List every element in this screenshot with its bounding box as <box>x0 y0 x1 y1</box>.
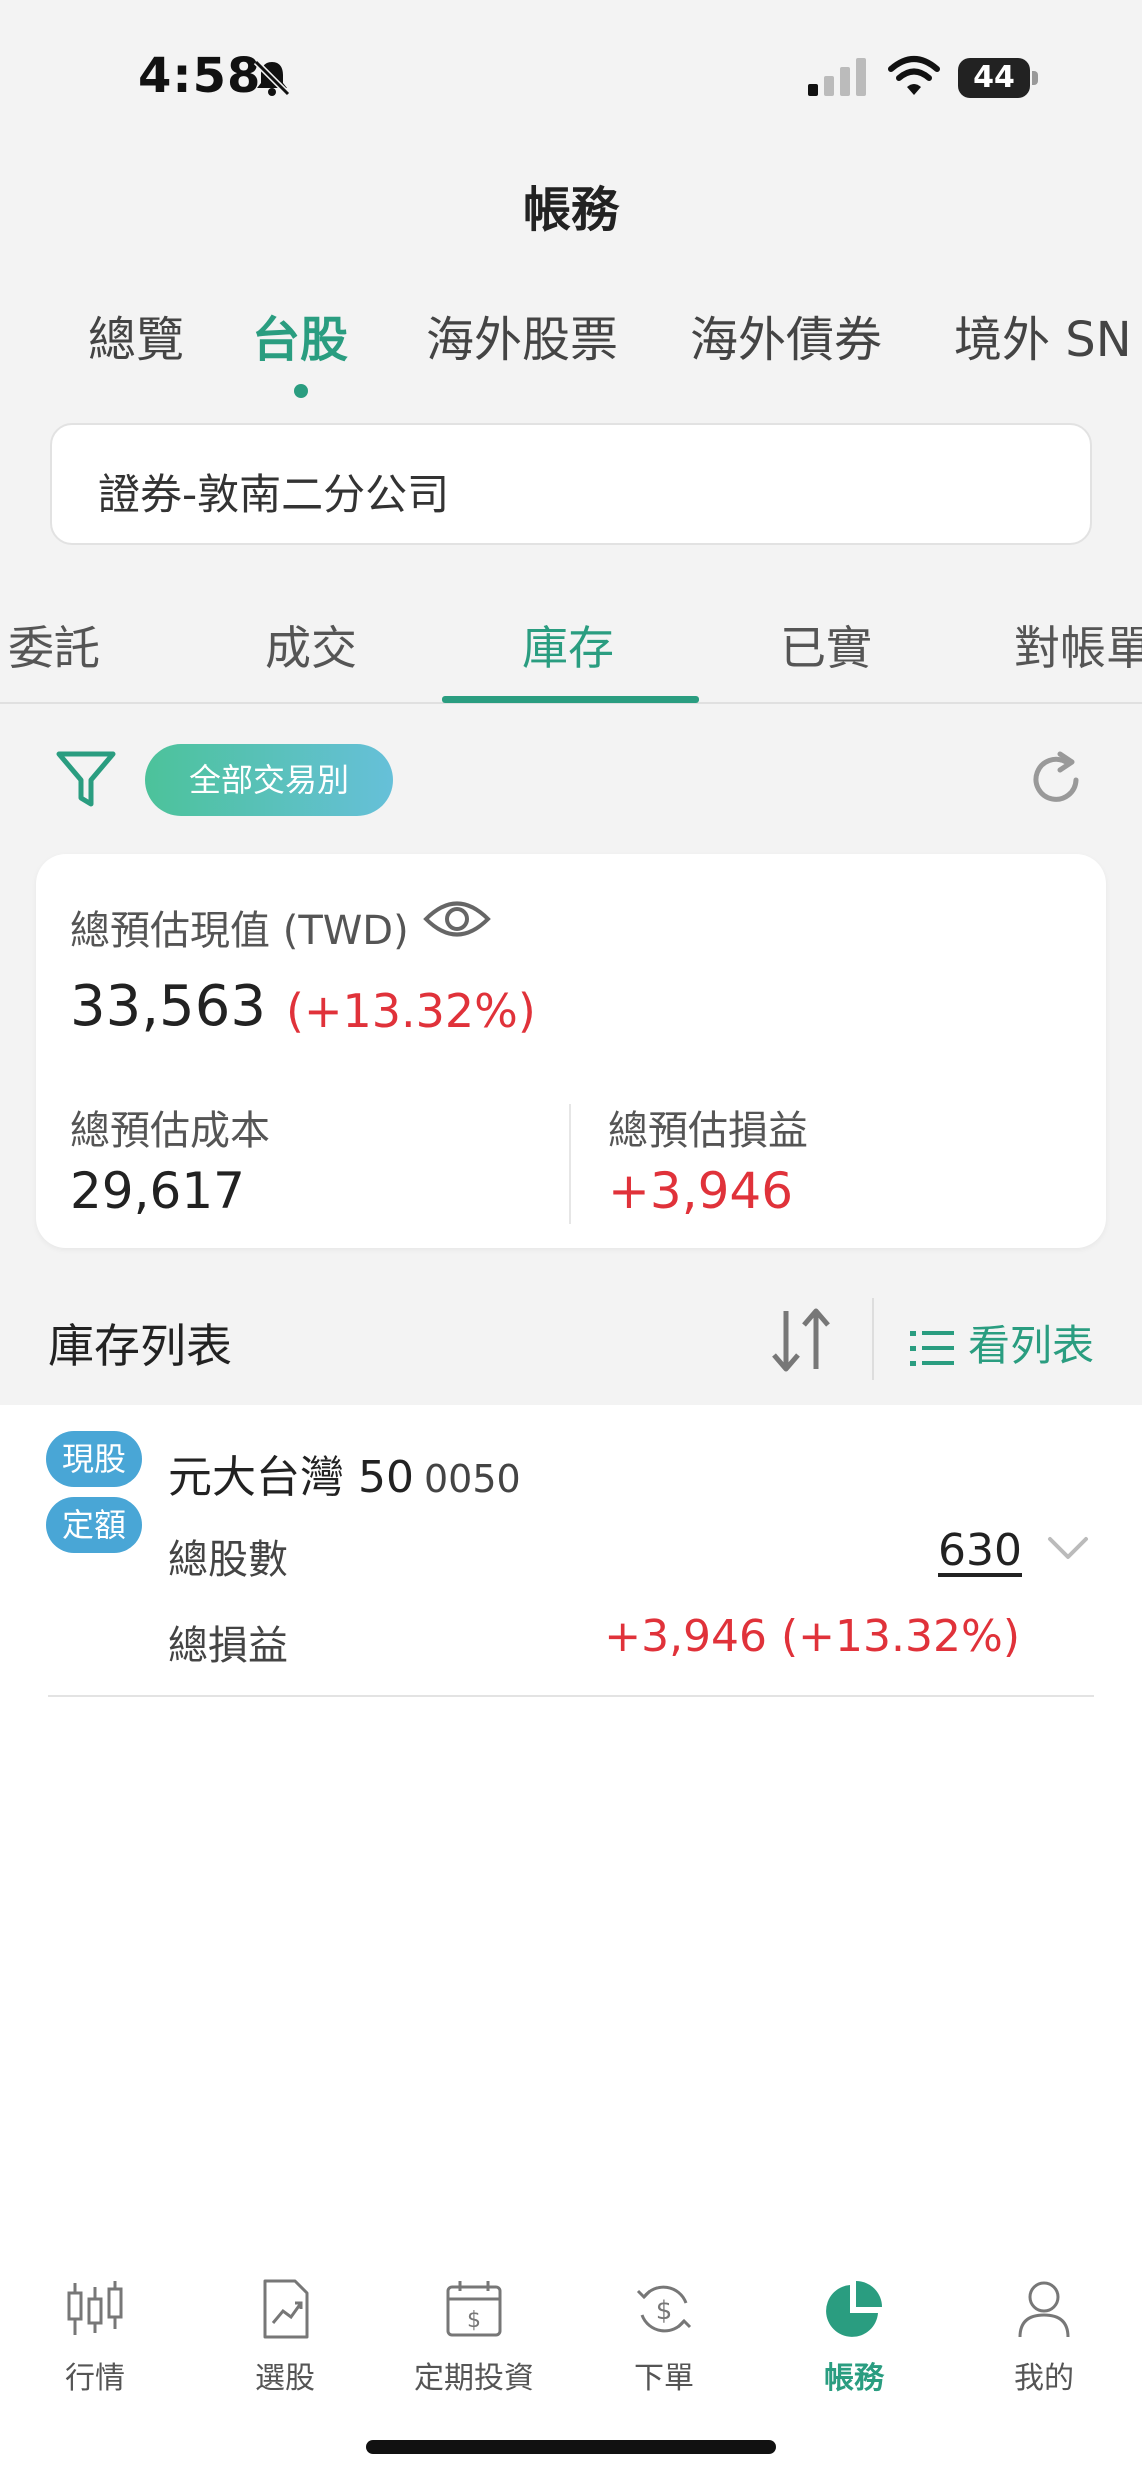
page-title: 帳務 <box>522 182 619 238</box>
shares-value: 630 <box>938 1525 1022 1576</box>
battery-indicator: 44 <box>958 58 1038 98</box>
tab-tw-stock[interactable]: 台股 <box>252 300 348 370</box>
nav-place-order[interactable]: $ 下單 <box>584 2265 744 2405</box>
market-tabs: 總覽 台股 海外股票 海外債券 境外 SN <box>0 300 1142 400</box>
badge-cash-stock: 現股 <box>46 1431 142 1487</box>
nav-label: 選股 <box>255 2361 315 2396</box>
shares-label: 總股數 <box>168 1537 288 1583</box>
tab-realized[interactable]: 已實 <box>780 612 872 678</box>
refresh-icon[interactable] <box>1026 750 1086 810</box>
tab-offshore-sn[interactable]: 境外 SN <box>954 300 1132 370</box>
nav-regular-investment[interactable]: $ 定期投資 <box>394 2265 554 2405</box>
tab-overseas-stock[interactable]: 海外股票 <box>426 300 618 370</box>
battery-cap <box>1032 71 1038 85</box>
eye-icon[interactable] <box>422 896 492 942</box>
battery-level: 44 <box>973 60 1015 95</box>
tab-overseas-bond[interactable]: 海外債券 <box>690 300 882 370</box>
status-time: 4:58 <box>138 48 262 104</box>
active-tab-underline <box>442 696 699 703</box>
nav-label: 定期投資 <box>414 2361 534 2396</box>
card-divider <box>569 1104 571 1224</box>
nav-accounts[interactable]: 帳務 <box>774 2265 934 2405</box>
tab-statement[interactable]: 對帳單 <box>1014 612 1142 678</box>
svg-text:$: $ <box>656 2296 673 2326</box>
row-divider <box>48 1695 1094 1697</box>
tab-orders[interactable]: 委託 <box>8 612 100 678</box>
app-screen: 4:58 44 帳務 總覽 台股 海外股票 海外債券 境外 SN 證券-敦南二分… <box>0 0 1142 2475</box>
list-icon <box>910 1330 954 1366</box>
svg-text:$: $ <box>467 2308 481 2333</box>
tab-overview[interactable]: 總覽 <box>88 300 184 370</box>
stock-name: 元大台灣 50 0050 <box>168 1441 521 1505</box>
chart-document-icon <box>263 2279 309 2339</box>
status-bar: 4:58 44 <box>0 0 1142 140</box>
filter-icon[interactable] <box>55 748 117 810</box>
home-indicator[interactable] <box>366 2440 776 2454</box>
pl-value: +3,946 (+13.32%) <box>604 1611 1020 1662</box>
nav-label: 我的 <box>1014 2361 1074 2396</box>
total-cost-value: 29,617 <box>70 1162 245 1220</box>
stock-name-text: 元大台灣 50 <box>168 1452 414 1503</box>
total-value-pct: (+13.32%) <box>286 984 536 1038</box>
view-list-button[interactable]: 看列表 <box>910 1312 1095 1370</box>
dollar-cycle-icon: $ <box>636 2285 692 2333</box>
person-icon <box>1018 2281 1070 2338</box>
tab-inventory[interactable]: 庫存 <box>522 612 614 678</box>
pl-label: 總損益 <box>168 1623 288 1669</box>
total-pl-label: 總預估損益 <box>608 1108 808 1154</box>
total-pl-value: +3,946 <box>608 1162 794 1220</box>
total-value-label: 總預估現值 (TWD) <box>70 908 409 954</box>
tab-trades[interactable]: 成交 <box>265 612 357 678</box>
chevron-down-icon[interactable] <box>1046 1533 1090 1563</box>
holdings-list: 現股 定額 元大台灣 50 0050 總股數 630 總損益 +3,946 (+1… <box>0 1405 1142 2265</box>
total-cost-label: 總預估成本 <box>70 1108 270 1154</box>
nav-label: 下單 <box>634 2361 694 2396</box>
badge-fixed-amount: 定額 <box>46 1497 142 1553</box>
trade-type-filter-chip[interactable]: 全部交易別 <box>145 744 393 816</box>
pie-chart-icon <box>826 2281 882 2337</box>
header-divider <box>872 1298 874 1380</box>
list-item[interactable]: 現股 定額 元大台灣 50 0050 總股數 630 總損益 +3,946 (+1… <box>0 1405 1142 1705</box>
sub-tabs: 委託 成交 庫存 已實 對帳單 <box>0 600 1142 704</box>
total-value: 33,563 <box>70 974 266 1039</box>
summary-card: 總預估現值 (TWD) 33,563 (+13.32%) 總預估成本 29,61… <box>36 854 1106 1248</box>
bell-muted-icon <box>253 59 291 97</box>
nav-stock-picker[interactable]: 選股 <box>205 2265 365 2405</box>
calendar-dollar-icon: $ <box>446 2281 502 2337</box>
nav-label: 帳務 <box>824 2361 884 2396</box>
account-name: 證券-敦南二分公司 <box>98 470 450 519</box>
signal-icon <box>808 58 866 96</box>
nav-profile[interactable]: 我的 <box>964 2265 1124 2405</box>
active-tab-dot <box>294 384 308 398</box>
sort-icon[interactable] <box>768 1305 834 1375</box>
stock-code: 0050 <box>423 1457 521 1501</box>
candlestick-icon <box>67 2281 123 2335</box>
nav-label: 行情 <box>65 2361 125 2396</box>
holdings-list-title: 庫存列表 <box>48 1319 232 1373</box>
nav-quotes[interactable]: 行情 <box>15 2265 175 2405</box>
wifi-icon <box>888 56 940 95</box>
view-list-label: 看列表 <box>968 1321 1095 1370</box>
account-selector[interactable]: 證券-敦南二分公司 <box>50 423 1092 545</box>
